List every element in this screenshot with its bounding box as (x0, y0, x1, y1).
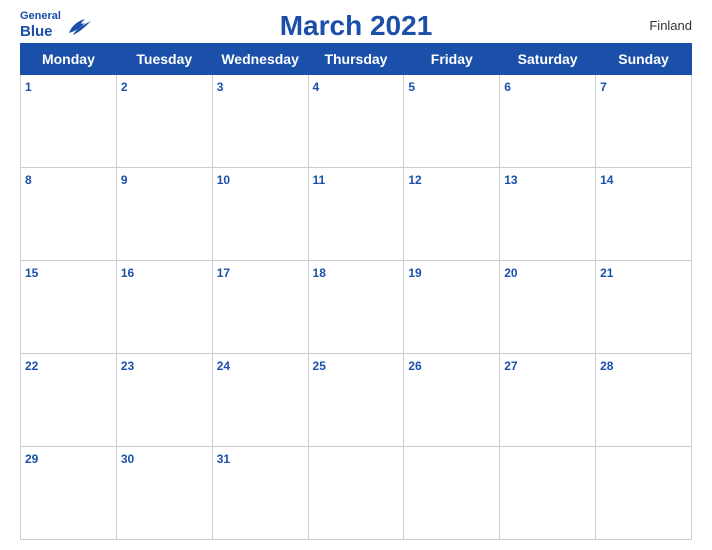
calendar-cell: 28 (596, 354, 692, 447)
date-number: 2 (121, 80, 128, 94)
calendar-cell: 3 (212, 75, 308, 168)
calendar-cell (500, 447, 596, 540)
logo-bird-icon (65, 15, 93, 37)
week-row-3: 15 16 17 18 19 20 21 (21, 261, 692, 354)
date-number: 5 (408, 80, 415, 94)
calendar-cell: 19 (404, 261, 500, 354)
calendar-table: Monday Tuesday Wednesday Thursday Friday… (20, 43, 692, 540)
date-number: 6 (504, 80, 511, 94)
date-number: 10 (217, 173, 230, 187)
header-monday: Monday (21, 44, 117, 75)
header-sunday: Sunday (596, 44, 692, 75)
logo: General Blue (20, 10, 93, 41)
date-number: 31 (217, 452, 230, 466)
header-tuesday: Tuesday (116, 44, 212, 75)
header-friday: Friday (404, 44, 500, 75)
calendar-cell: 22 (21, 354, 117, 447)
calendar-cell: 2 (116, 75, 212, 168)
calendar-cell: 30 (116, 447, 212, 540)
calendar-cell: 11 (308, 168, 404, 261)
calendar-cell (404, 447, 500, 540)
week-row-2: 8 9 10 11 12 13 14 (21, 168, 692, 261)
calendar-cell: 25 (308, 354, 404, 447)
calendar-cell: 9 (116, 168, 212, 261)
week-row-5: 29 30 31 (21, 447, 692, 540)
calendar-cell: 21 (596, 261, 692, 354)
date-number: 9 (121, 173, 128, 187)
date-number: 20 (504, 266, 517, 280)
date-number: 15 (25, 266, 38, 280)
date-number: 18 (313, 266, 326, 280)
calendar-cell: 10 (212, 168, 308, 261)
calendar-cell: 14 (596, 168, 692, 261)
calendar-cell: 20 (500, 261, 596, 354)
header-thursday: Thursday (308, 44, 404, 75)
calendar-cell (308, 447, 404, 540)
calendar-cell: 1 (21, 75, 117, 168)
week-row-4: 22 23 24 25 26 27 28 (21, 354, 692, 447)
date-number: 14 (600, 173, 613, 187)
calendar-cell: 15 (21, 261, 117, 354)
date-number: 27 (504, 359, 517, 373)
date-number: 12 (408, 173, 421, 187)
date-number: 21 (600, 266, 613, 280)
calendar-cell: 4 (308, 75, 404, 168)
logo-text: General Blue (20, 10, 61, 41)
date-number: 8 (25, 173, 32, 187)
logo-general: General (20, 10, 61, 23)
date-number: 23 (121, 359, 134, 373)
date-number: 25 (313, 359, 326, 373)
calendar-cell: 17 (212, 261, 308, 354)
date-number: 7 (600, 80, 607, 94)
date-number: 24 (217, 359, 230, 373)
week-row-1: 1 2 3 4 5 6 7 (21, 75, 692, 168)
calendar-cell: 8 (21, 168, 117, 261)
calendar-cell: 6 (500, 75, 596, 168)
page-title: March 2021 (280, 10, 433, 42)
date-number: 29 (25, 452, 38, 466)
logo-blue: Blue (20, 23, 53, 41)
calendar-cell: 31 (212, 447, 308, 540)
calendar-cell: 5 (404, 75, 500, 168)
calendar-cell: 26 (404, 354, 500, 447)
date-number: 28 (600, 359, 613, 373)
calendar-cell: 7 (596, 75, 692, 168)
weekday-header-row: Monday Tuesday Wednesday Thursday Friday… (21, 44, 692, 75)
date-number: 13 (504, 173, 517, 187)
calendar-cell: 13 (500, 168, 596, 261)
date-number: 17 (217, 266, 230, 280)
calendar-cell: 24 (212, 354, 308, 447)
calendar-cell (596, 447, 692, 540)
header-saturday: Saturday (500, 44, 596, 75)
calendar-cell: 23 (116, 354, 212, 447)
calendar-cell: 12 (404, 168, 500, 261)
header-wednesday: Wednesday (212, 44, 308, 75)
calendar-cell: 29 (21, 447, 117, 540)
header: General Blue March 2021 Finland (20, 10, 692, 41)
date-number: 1 (25, 80, 32, 94)
date-number: 26 (408, 359, 421, 373)
date-number: 22 (25, 359, 38, 373)
calendar-cell: 18 (308, 261, 404, 354)
date-number: 30 (121, 452, 134, 466)
date-number: 19 (408, 266, 421, 280)
country-label: Finland (649, 18, 692, 33)
date-number: 11 (313, 173, 326, 187)
calendar-cell: 27 (500, 354, 596, 447)
calendar-cell: 16 (116, 261, 212, 354)
date-number: 4 (313, 80, 320, 94)
date-number: 3 (217, 80, 224, 94)
date-number: 16 (121, 266, 134, 280)
